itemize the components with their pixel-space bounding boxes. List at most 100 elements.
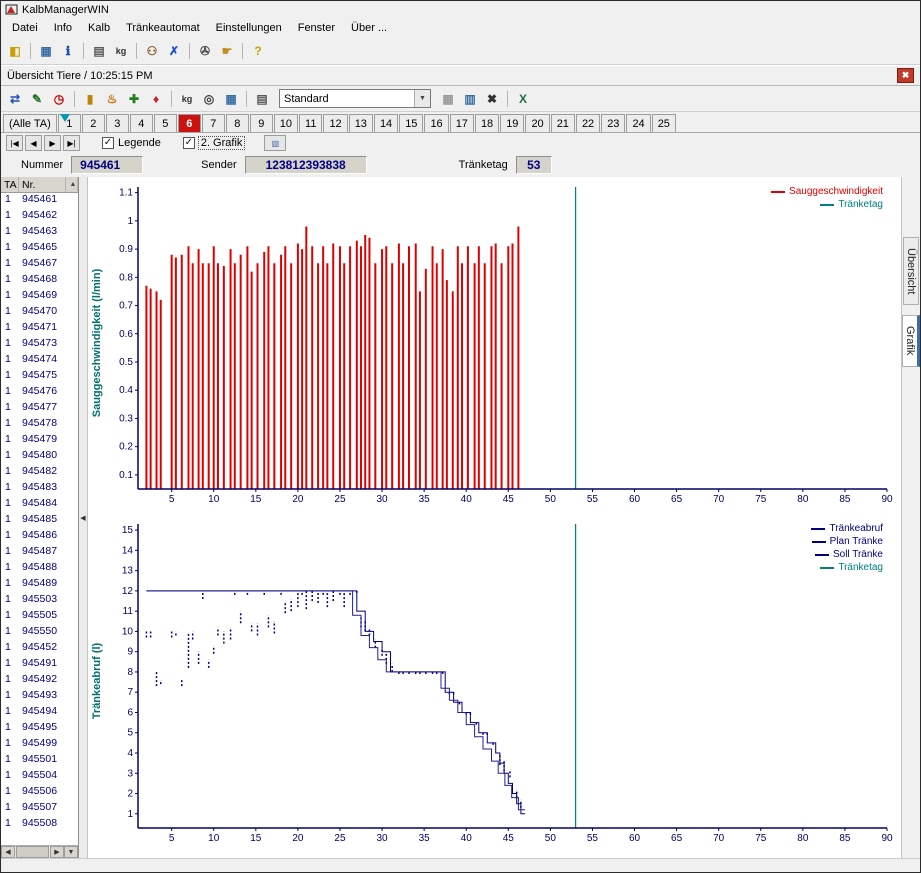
table-row[interactable]: 1945508	[1, 817, 78, 833]
ta-tab-20[interactable]: 20	[525, 114, 549, 132]
menu-item-fenster[interactable]: Fenster	[290, 20, 343, 36]
ta-tab-3[interactable]: 3	[106, 114, 129, 132]
table-row[interactable]: 1945503	[1, 593, 78, 609]
ta-tab-16[interactable]: 16	[424, 114, 448, 132]
table-row[interactable]: 1945493	[1, 689, 78, 705]
table-row[interactable]: 1945470	[1, 305, 78, 321]
ta-tab-1[interactable]: 1	[58, 114, 81, 132]
table-row[interactable]: 1945465	[1, 241, 78, 257]
table-row[interactable]: 1945476	[1, 385, 78, 401]
weight-kg-icon[interactable]: kg	[177, 89, 197, 109]
edit-icon[interactable]: ✎	[27, 89, 47, 109]
table-row[interactable]: 1945492	[1, 673, 78, 689]
tab-grafik[interactable]: Grafik	[902, 315, 920, 366]
assign-icon[interactable]: ⇄	[5, 89, 25, 109]
ta-tab-15[interactable]: 15	[399, 114, 423, 132]
table-row[interactable]: 1945485	[1, 513, 78, 529]
menu-item-info[interactable]: Info	[46, 20, 80, 36]
table-row[interactable]: 1945506	[1, 785, 78, 801]
ta-tab-22[interactable]: 22	[576, 114, 600, 132]
table-row[interactable]: 1945486	[1, 529, 78, 545]
table-row[interactable]: 1945507	[1, 801, 78, 817]
chevron-down-icon[interactable]: ▼	[414, 90, 430, 107]
ta-tab-alle-ta[interactable]: (Alle TA)	[3, 114, 57, 132]
clear-icon[interactable]: ✖	[482, 89, 502, 109]
second-graph-checkbox[interactable]: ✓ 2. Grafik	[183, 137, 245, 149]
table-row[interactable]: 1945491	[1, 657, 78, 673]
excel-icon[interactable]: X	[513, 89, 533, 109]
ta-tab-21[interactable]: 21	[551, 114, 575, 132]
checkbox-check-icon[interactable]: ✓	[102, 137, 114, 149]
splitter-handle[interactable]: ◀	[79, 177, 88, 858]
feeding-icon[interactable]: ♨	[102, 89, 122, 109]
scrollbar-thumb[interactable]	[16, 846, 49, 858]
table-row[interactable]: 1945479	[1, 433, 78, 449]
table-row[interactable]: 1945468	[1, 273, 78, 289]
add-icon[interactable]: ✚	[124, 89, 144, 109]
table-row[interactable]: 1945467	[1, 257, 78, 273]
menu-item-tr-nkeautomat[interactable]: Tränkeautomat	[118, 20, 208, 36]
menu-item-datei[interactable]: Datei	[4, 20, 46, 36]
ta-tab-4[interactable]: 4	[130, 114, 153, 132]
table-row[interactable]: 1945501	[1, 753, 78, 769]
info-icon[interactable]: ℹ	[58, 41, 78, 61]
table-row[interactable]: 1945461	[1, 193, 78, 209]
table-row[interactable]: 1945452	[1, 641, 78, 657]
table-row[interactable]: 1945505	[1, 609, 78, 625]
close-icon[interactable]: ✖	[897, 68, 914, 83]
lock-icon[interactable]: ▮	[80, 89, 100, 109]
export-icon[interactable]: ▥	[460, 89, 480, 109]
calendar-icon[interactable]: ▦	[221, 89, 241, 109]
ta-tab-24[interactable]: 24	[626, 114, 650, 132]
binoculars-icon[interactable]: ◎	[199, 89, 219, 109]
preset-select[interactable]: Standard ▼	[279, 89, 431, 108]
table-row[interactable]: 1945483	[1, 481, 78, 497]
ta-tab-2[interactable]: 2	[82, 114, 105, 132]
table-row[interactable]: 1945480	[1, 449, 78, 465]
table-row[interactable]: 1945482	[1, 465, 78, 481]
scroll-left-icon[interactable]: ◀	[1, 846, 15, 858]
ta-tab-18[interactable]: 18	[475, 114, 499, 132]
tab-uebersicht[interactable]: Übersicht	[903, 237, 919, 305]
ta-tab-5[interactable]: 5	[154, 114, 177, 132]
ta-tab-13[interactable]: 13	[349, 114, 373, 132]
table-row[interactable]: 1945477	[1, 401, 78, 417]
scroll-down-icon[interactable]: ▼	[64, 846, 78, 858]
table-row[interactable]: 1945499	[1, 737, 78, 753]
table-row[interactable]: 1945494	[1, 705, 78, 721]
table-hscrollbar[interactable]: ◀ ▶ ▼	[1, 845, 78, 858]
table-row[interactable]: 1945462	[1, 209, 78, 225]
table-row[interactable]: 1945478	[1, 417, 78, 433]
print-icon[interactable]: ▤	[252, 89, 272, 109]
ta-tab-17[interactable]: 17	[450, 114, 474, 132]
checkbox-check-icon[interactable]: ✓	[183, 137, 195, 149]
chart-settings-icon[interactable]: ▧	[264, 135, 286, 151]
ta-tab-23[interactable]: 23	[601, 114, 625, 132]
print-icon[interactable]: ▤	[89, 41, 109, 61]
next-button[interactable]: ▶	[44, 135, 61, 151]
table-row[interactable]: 1945475	[1, 369, 78, 385]
table-row[interactable]: 1945495	[1, 721, 78, 737]
help-icon[interactable]: ?	[248, 41, 268, 61]
sort-asc-icon[interactable]: ▲	[66, 177, 78, 192]
ta-tab-8[interactable]: 8	[226, 114, 249, 132]
ta-tab-9[interactable]: 9	[250, 114, 273, 132]
table-row[interactable]: 1945489	[1, 577, 78, 593]
legende-checkbox[interactable]: ✓ Legende	[102, 137, 161, 149]
ta-tab-12[interactable]: 12	[323, 114, 347, 132]
table-row[interactable]: 1945463	[1, 225, 78, 241]
first-button[interactable]: |◀	[6, 135, 23, 151]
hand-icon[interactable]: ☛	[217, 41, 237, 61]
attachment-icon[interactable]: ✇	[195, 41, 215, 61]
table-row[interactable]: 1945473	[1, 337, 78, 353]
hourglass-icon[interactable]: ✗	[164, 41, 184, 61]
menu-item-ber[interactable]: Über ...	[343, 20, 395, 36]
ta-tab-25[interactable]: 25	[652, 114, 676, 132]
grid-icon[interactable]: ▦	[438, 89, 458, 109]
table-row[interactable]: 1945504	[1, 769, 78, 785]
transport-icon[interactable]: ♦	[146, 89, 166, 109]
menu-item-einstellungen[interactable]: Einstellungen	[208, 20, 290, 36]
ta-tab-6[interactable]: 6	[178, 114, 201, 132]
table-row[interactable]: 1945474	[1, 353, 78, 369]
table-row[interactable]: 1945488	[1, 561, 78, 577]
